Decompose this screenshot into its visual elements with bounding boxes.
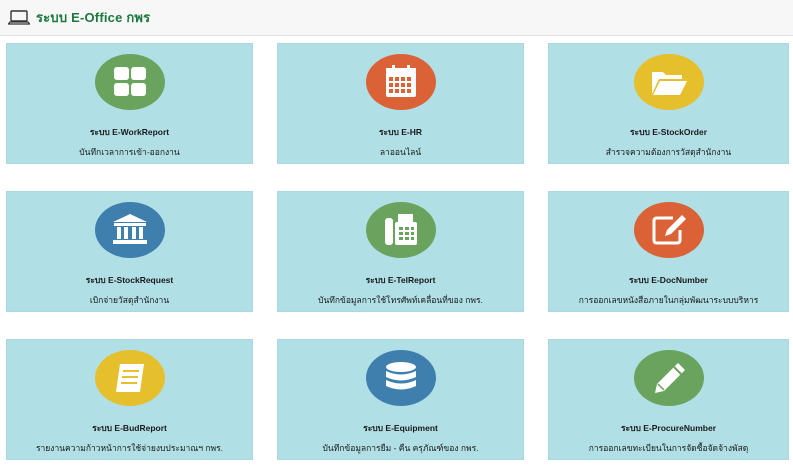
laptop-icon — [8, 9, 30, 25]
tile-name: ระบบ E-ProcureNumber — [620, 423, 717, 433]
grid-icon — [94, 54, 165, 110]
tile-name: ระบบ E-DocNumber — [629, 275, 708, 285]
pencil-icon — [633, 350, 704, 406]
database-icon — [365, 350, 436, 406]
tile-description: รายงานความก้าวหน้าการใช้จ่ายงบประมาณฯ กพ… — [35, 443, 224, 453]
tile-e-stockrequest[interactable]: ระบบ E-StockRequest เบิกจ่ายวัสดุสำนักงา… — [6, 191, 253, 312]
tile-description: บันทึกข้อมูลการใช้โทรศัพท์เคลื่อนที่ของ … — [318, 295, 483, 305]
tile-name: ระบบ E-BudReport — [92, 423, 167, 433]
tile-description: สำรวจความต้องการวัสดุสำนักงาน — [605, 147, 732, 157]
tile-e-equipment[interactable]: ระบบ E-Equipment บันทึกข้อมูลการยืม - คื… — [277, 339, 524, 460]
tile-description: บันทึกเวลาการเข้า-ออกงาน — [79, 147, 180, 157]
tile-name: ระบบ E-Equipment — [363, 423, 438, 433]
bank-icon — [94, 202, 165, 258]
tile-name: ระบบ E-HR — [378, 127, 423, 137]
tile-e-docnumber[interactable]: ระบบ E-DocNumber การออกเลขหนังสือภายในกล… — [548, 191, 789, 312]
tile-name: ระบบ E-StockRequest — [85, 275, 174, 285]
tile-description: การออกเลขทะเบียนในการจัดซื้อจัดจ้างพัสดุ — [588, 443, 749, 453]
tile-name: ระบบ E-WorkReport — [89, 127, 170, 137]
tile-description: เบิกจ่ายวัสดุสำนักงาน — [89, 295, 170, 305]
tile-name: ระบบ E-StockOrder — [629, 127, 708, 137]
tile-description: บันทึกข้อมูลการยืม - คืน ครุภัณฑ์ของ กพร… — [322, 443, 479, 453]
page-header: ระบบ E-Office กพร — [0, 0, 793, 36]
phone-icon — [365, 202, 436, 258]
page-title: ระบบ E-Office กพร — [36, 10, 151, 25]
tile-description: ลาออนไลน์ — [379, 147, 422, 157]
calendar-icon — [365, 54, 436, 110]
folder-icon — [633, 54, 704, 110]
tile-description: การออกเลขหนังสือภายในกลุ่มพัฒนาระบบบริหา… — [578, 295, 759, 305]
tile-e-procurenumber[interactable]: ระบบ E-ProcureNumber การออกเลขทะเบียนในก… — [548, 339, 789, 460]
tile-name: ระบบ E-TelReport — [365, 275, 436, 285]
tile-e-workreport[interactable]: ระบบ E-WorkReport บันทึกเวลาการเข้า-ออกง… — [6, 43, 253, 164]
tile-e-hr[interactable]: ระบบ E-HR ลาออนไลน์ — [277, 43, 524, 164]
edit-icon — [633, 202, 704, 258]
tile-e-telreport[interactable]: ระบบ E-TelReport บันทึกข้อมูลการใช้โทรศั… — [277, 191, 524, 312]
app-tile-grid: ระบบ E-WorkReport บันทึกเวลาการเข้า-ออกง… — [6, 43, 789, 460]
tile-e-stockorder[interactable]: ระบบ E-StockOrder สำรวจความต้องการวัสดุส… — [548, 43, 789, 164]
notepad-icon — [94, 350, 165, 406]
tile-e-budreport[interactable]: ระบบ E-BudReport รายงานความก้าวหน้าการใช… — [6, 339, 253, 460]
